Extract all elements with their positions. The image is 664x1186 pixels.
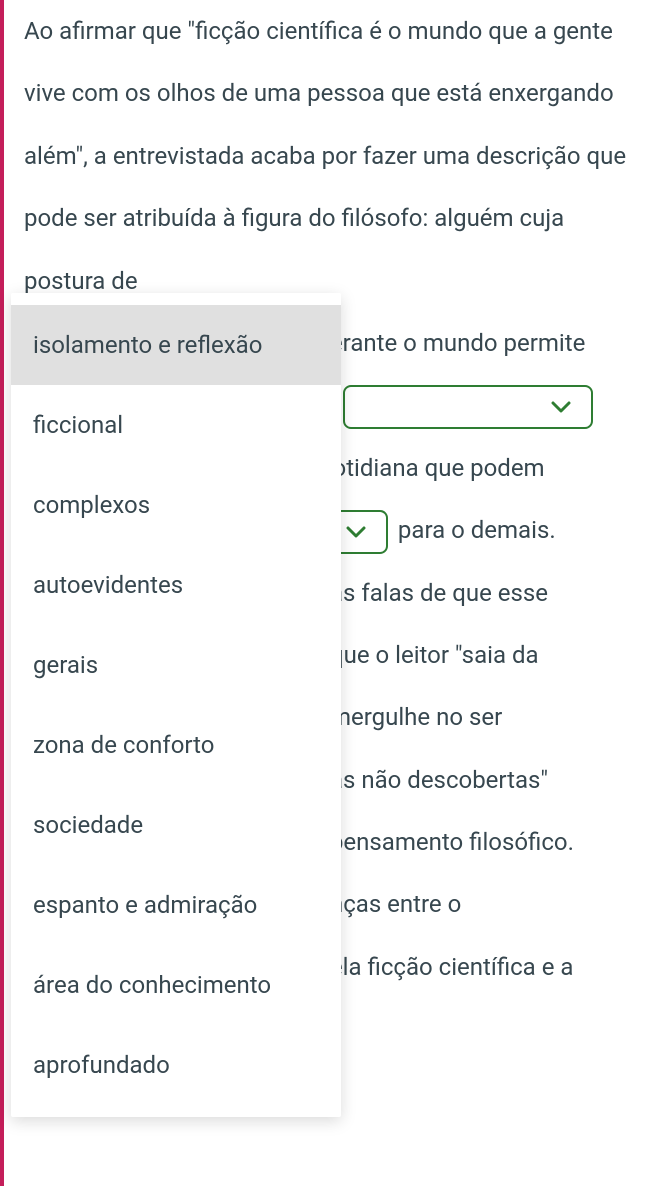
text-part-11: nças entre o — [330, 890, 461, 918]
dropdown-options-list: isolamento e reflexão ficcional complexo… — [11, 293, 341, 1117]
text-part-12: ela ficção científica e a — [330, 953, 573, 981]
dropdown-option-5[interactable]: zona de conforto — [11, 705, 341, 785]
text-part-4: cotidiana que podem — [320, 454, 545, 482]
text-part-6: as falas de que esse — [330, 579, 548, 607]
dropdown-option-8[interactable]: área do conhecimento — [11, 945, 341, 1025]
dropdown-blank-1[interactable] — [343, 385, 593, 429]
dropdown-option-2[interactable]: complexos — [11, 465, 341, 545]
text-part-10: pensamento filosófico. — [330, 828, 574, 856]
page-container: Ao afirmar que "ficção científica é o mu… — [0, 0, 664, 1186]
text-part-1: Ao afirmar que "ficção científica é o mu… — [24, 17, 626, 295]
dropdown-option-3[interactable]: autoevidentes — [11, 545, 341, 625]
text-part-7: que o leitor "saia da — [330, 641, 539, 669]
dropdown-option-0[interactable]: isolamento e reflexão — [11, 305, 341, 385]
text-part-5: para o demais. — [398, 516, 556, 544]
text-part-9: as não descobertas" — [330, 766, 548, 794]
chevron-down-icon — [551, 401, 571, 413]
dropdown-option-7[interactable]: espanto e admiração — [11, 865, 341, 945]
dropdown-option-1[interactable]: ficcional — [11, 385, 341, 465]
dropdown-option-4[interactable]: gerais — [11, 625, 341, 705]
dropdown-option-9[interactable]: aprofundado — [11, 1025, 341, 1105]
text-part-2-fragment: erante o mundo permite — [330, 329, 585, 357]
dropdown-option-6[interactable]: sociedade — [11, 785, 341, 865]
chevron-down-icon — [346, 526, 366, 538]
text-part-8: mergulhe no ser — [330, 703, 502, 731]
